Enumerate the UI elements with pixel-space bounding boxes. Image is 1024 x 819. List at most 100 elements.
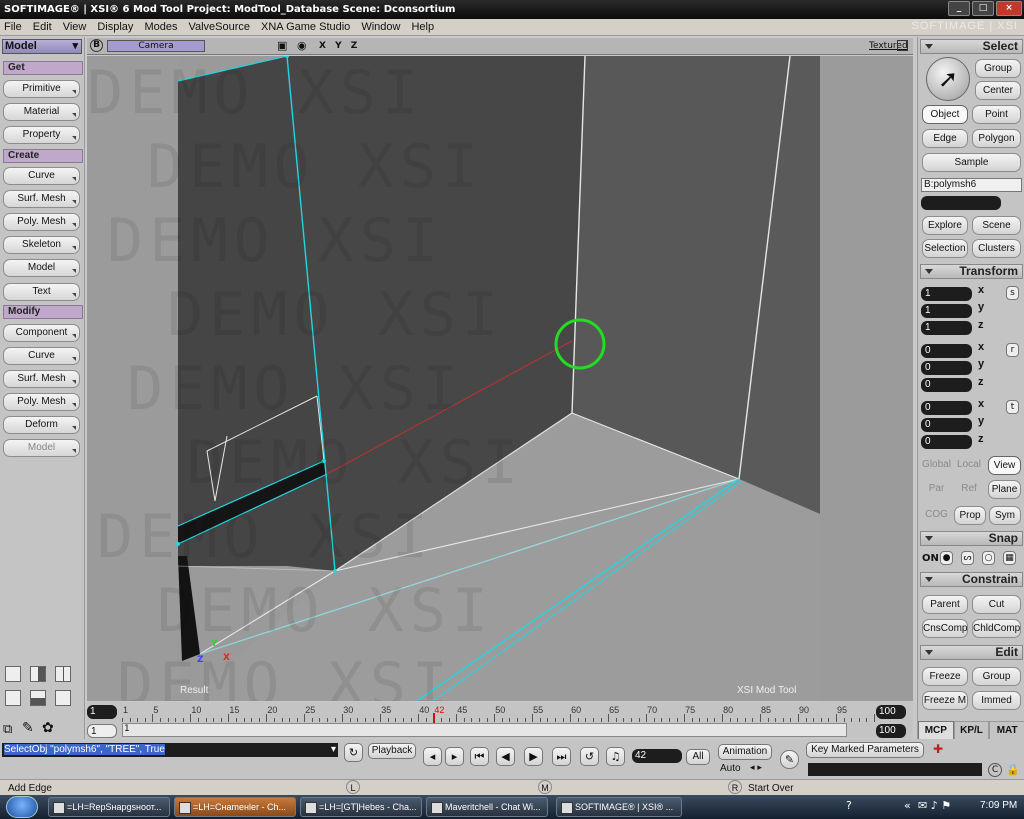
create-text-button[interactable]: Text: [3, 283, 80, 301]
palette-icon[interactable]: ✿: [42, 720, 54, 736]
menu-xna[interactable]: XNA Game Studio: [261, 21, 350, 33]
sample-mode-button[interactable]: Sample: [922, 153, 1021, 172]
current-frame-field[interactable]: 42: [632, 749, 682, 763]
play-forward-icon[interactable]: ▶: [524, 747, 543, 766]
property-button[interactable]: Property: [3, 126, 80, 144]
lock-icon[interactable]: 🔒: [1006, 763, 1020, 776]
rotate-z-field[interactable]: 0: [921, 378, 972, 392]
polygon-mode-button[interactable]: Polygon: [972, 129, 1021, 148]
modify-poly-mesh-button[interactable]: Poly. Mesh: [3, 393, 80, 411]
prev-frame-icon[interactable]: ◂: [423, 747, 442, 766]
menu-edit[interactable]: Edit: [33, 21, 52, 33]
camera-icon[interactable]: ▣: [277, 39, 287, 52]
toolbar-mode-select[interactable]: Model ▾: [2, 39, 82, 54]
scale-x-field[interactable]: 1: [921, 287, 972, 301]
local-ref-button[interactable]: Local: [954, 456, 984, 475]
explore-button[interactable]: Explore: [922, 216, 968, 235]
play-backward-icon[interactable]: ◀: [496, 747, 515, 766]
next-frame-icon[interactable]: ▸: [445, 747, 464, 766]
minimize-button[interactable]: _: [948, 1, 970, 16]
animation-menu-button[interactable]: Animation: [718, 744, 772, 760]
axis-buttons[interactable]: X Y Z: [319, 41, 360, 51]
menu-display[interactable]: Display: [97, 21, 133, 33]
select-arrow-icon[interactable]: ➚: [926, 57, 970, 101]
refresh-icon[interactable]: C: [988, 763, 1002, 777]
taskbar-item-chat2[interactable]: =LH=Cнameнlеr - Ch...: [174, 797, 296, 817]
cut-button[interactable]: Cut: [972, 595, 1021, 614]
maximize-button[interactable]: □: [972, 1, 994, 16]
taskbar-item-chat1[interactable]: =LH=RepSнapgsноот...: [48, 797, 170, 817]
selection-filter-field[interactable]: [921, 196, 1001, 210]
animation-layer-field[interactable]: [808, 763, 982, 776]
tab-mcp[interactable]: MCP: [918, 721, 954, 741]
playback-loop-icon[interactable]: ↻: [344, 743, 363, 762]
snap-header[interactable]: Snap: [920, 531, 1023, 546]
auto-key-toggle[interactable]: Auto: [720, 763, 741, 774]
select-group-button[interactable]: Group: [975, 59, 1021, 78]
maximize-viewport-icon[interactable]: [897, 40, 908, 51]
modify-deform-button[interactable]: Deform: [3, 416, 80, 434]
menu-modes[interactable]: Modes: [144, 21, 177, 33]
translate-y-field[interactable]: 0: [921, 418, 972, 432]
timeline-range-end-field[interactable]: 100: [876, 724, 906, 738]
sym-button[interactable]: Sym: [989, 506, 1021, 525]
view-ref-button[interactable]: View: [988, 456, 1021, 475]
modify-model-button[interactable]: Model: [3, 439, 80, 457]
transform-header[interactable]: Transform: [920, 264, 1023, 279]
all-frames-button[interactable]: All: [686, 749, 710, 765]
timeline-ruler[interactable]: 1 5 10 15 20 25 30 35 40 42 45 50 55 60 65 70 75 80 85 90 95: [122, 705, 875, 724]
layout-quad-icon[interactable]: [55, 666, 71, 682]
create-skeleton-button[interactable]: Skeleton: [3, 236, 80, 254]
modify-curve-button[interactable]: Curve: [3, 347, 80, 365]
prop-button[interactable]: Prop: [954, 506, 986, 525]
start-button[interactable]: [6, 796, 38, 818]
snap-grid-icon[interactable]: ▦: [1003, 551, 1016, 565]
command-line-input[interactable]: SelectObj "polymsh6", "TREE", True ▾: [2, 743, 338, 757]
global-ref-button[interactable]: Global: [920, 456, 953, 475]
primitive-button[interactable]: Primitive: [3, 80, 80, 98]
snap-surface-icon[interactable]: ○: [982, 551, 995, 565]
key-marked-parameters-button[interactable]: Key Marked Parameters: [806, 742, 924, 758]
ref-ref-button[interactable]: Ref: [954, 480, 984, 499]
tab-kpl[interactable]: KP/L: [953, 721, 990, 741]
layout-three-icon[interactable]: [55, 690, 71, 706]
menu-window[interactable]: Window: [361, 21, 400, 33]
rotate-y-field[interactable]: 0: [921, 361, 972, 375]
audio-icon[interactable]: ♫: [606, 747, 625, 766]
cnscomp-button[interactable]: CnsComp: [922, 619, 968, 638]
layout-single-icon[interactable]: [5, 666, 21, 682]
translate-x-field[interactable]: 0: [921, 401, 972, 415]
freeze-m-button[interactable]: Freeze M: [922, 691, 968, 710]
scale-toggle[interactable]: s: [1006, 286, 1019, 300]
par-ref-button[interactable]: Par: [920, 480, 953, 499]
create-curve-button[interactable]: Curve: [3, 167, 80, 185]
material-button[interactable]: Material: [3, 103, 80, 121]
select-center-button[interactable]: Center: [975, 81, 1021, 100]
parent-button[interactable]: Parent: [922, 595, 968, 614]
object-mode-button[interactable]: Object: [922, 105, 968, 124]
edit-header[interactable]: Edit: [920, 645, 1023, 660]
last-frame-icon[interactable]: ⏭: [552, 747, 571, 766]
point-mode-button[interactable]: Point: [972, 105, 1021, 124]
select-tool-icon[interactable]: ⧉: [3, 722, 12, 737]
snap-on-toggle[interactable]: ON: [922, 553, 939, 564]
constrain-header[interactable]: Constrain: [920, 572, 1023, 587]
cog-button[interactable]: COG: [920, 506, 953, 525]
help-tray-icon[interactable]: ?: [846, 799, 852, 812]
immed-button[interactable]: Immed: [972, 691, 1021, 710]
timeline-range-start-field[interactable]: 1: [87, 724, 117, 738]
layout-vertical-icon[interactable]: [30, 690, 46, 706]
plane-ref-button[interactable]: Plane: [988, 480, 1021, 499]
timeline-range-slider[interactable]: 1: [122, 723, 847, 737]
timeline-start-field[interactable]: 1: [87, 705, 117, 719]
eye-icon[interactable]: ◉: [297, 39, 307, 52]
menu-valvesource[interactable]: ValveSource: [188, 21, 250, 33]
taskbar-item-chat3[interactable]: =LH=[GT]Hebes - Cha...: [300, 797, 422, 817]
chldcomp-button[interactable]: ChldComp: [972, 619, 1021, 638]
camera-select[interactable]: Camera: [107, 40, 205, 52]
modify-component-button[interactable]: Component: [3, 324, 80, 342]
tray-expand-icon[interactable]: «: [904, 799, 911, 812]
key-marked-icon[interactable]: ✚: [933, 742, 943, 756]
tab-mat[interactable]: MAT: [989, 721, 1024, 741]
brush-tool-icon[interactable]: ✎: [22, 720, 34, 736]
